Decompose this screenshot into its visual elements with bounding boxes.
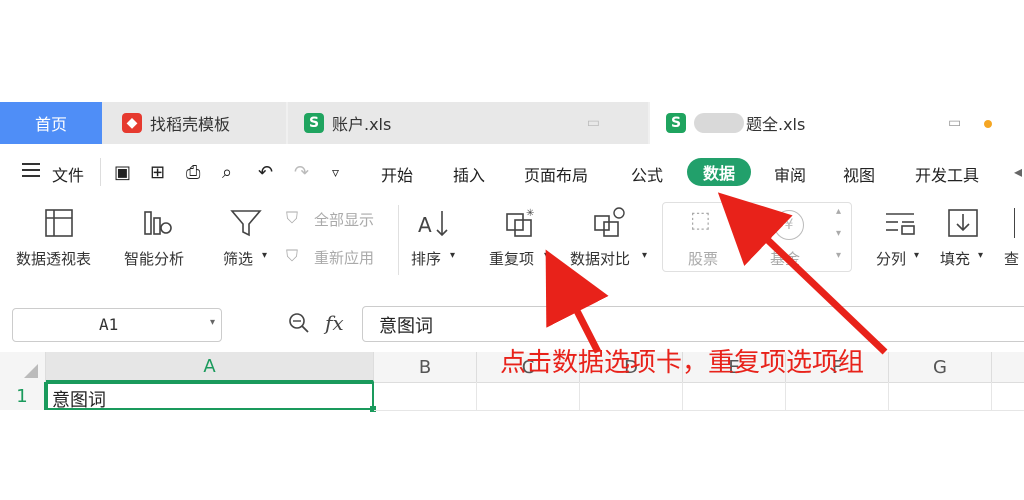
arrow-to-data-tab: [717, 192, 888, 355]
annotation-arrows: [545, 192, 888, 355]
arrow-to-duplicates: [545, 249, 609, 354]
annotation-text: 点击数据选项卡，重复项选项组: [500, 348, 865, 378]
